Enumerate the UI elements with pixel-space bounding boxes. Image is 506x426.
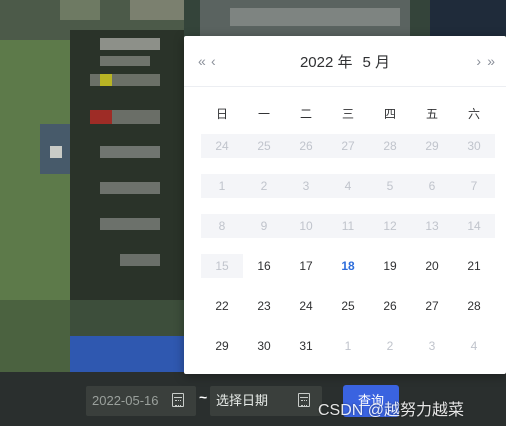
day-cell: 29 [411, 134, 453, 158]
day-cell: 30 [453, 134, 495, 158]
day-cell-today[interactable]: 18 [327, 254, 369, 278]
next-year-button[interactable]: » [487, 52, 495, 70]
day-cell: 1 [201, 174, 243, 198]
day-cell[interactable]: 28 [453, 294, 495, 318]
week-row: 24 25 26 27 28 29 30 [201, 134, 495, 158]
week-row: 8 9 10 11 12 13 14 [201, 214, 495, 238]
day-cell[interactable]: 20 [411, 254, 453, 278]
weekday-label: 日 [215, 107, 228, 121]
day-cell: 26 [285, 134, 327, 158]
day-cell: 1 [344, 339, 352, 353]
day-cell: 14 [453, 214, 495, 238]
day-cell: 15 [201, 254, 243, 278]
start-date-value: 2022-05-16 [92, 393, 159, 408]
day-cell[interactable]: 30 [243, 334, 285, 358]
day-cell[interactable]: 24 [285, 294, 327, 318]
day-cell[interactable]: 26 [369, 294, 411, 318]
watermark: CSDN @越努力越菜 [318, 402, 465, 419]
day-cell: 4 [470, 339, 478, 353]
date-picker-panel: « ‹ 2022 年5 月 › » 日 一 二 三 四 五 六 24 25 26 27… [184, 36, 506, 374]
day-cell: 5 [369, 174, 411, 198]
weekday-label: 三 [341, 107, 354, 121]
day-cell: 10 [285, 214, 327, 238]
next-month-button[interactable]: › [476, 52, 481, 70]
day-cell: 4 [327, 174, 369, 198]
day-cell[interactable]: 29 [201, 334, 243, 358]
day-cell: 3 [428, 339, 436, 353]
day-cell[interactable]: 23 [243, 294, 285, 318]
week-row: 1234567 [201, 174, 495, 198]
day-cell: 3 [285, 174, 327, 198]
day-cell: 27 [327, 134, 369, 158]
end-date-input[interactable]: 选择日期 [210, 386, 322, 416]
weekday-label: 一 [257, 107, 270, 121]
day-cell[interactable]: 27 [411, 294, 453, 318]
day-cell[interactable]: 19 [369, 254, 411, 278]
day-cell: 2 [386, 339, 394, 353]
year-label[interactable]: 2022 年 [300, 54, 353, 71]
day-cell[interactable]: 16 [243, 254, 285, 278]
day-cell[interactable]: 17 [285, 254, 327, 278]
weekday-label: 六 [467, 107, 480, 121]
day-cell[interactable]: 25 [327, 294, 369, 318]
day-cell[interactable]: 22 [201, 294, 243, 318]
day-cell: 6 [411, 174, 453, 198]
day-cell: 8 [201, 214, 243, 238]
weekday-label: 四 [383, 107, 396, 121]
day-cell[interactable]: 21 [453, 254, 495, 278]
day-cell[interactable]: 31 [285, 334, 327, 358]
day-cell: 7 [453, 174, 495, 198]
week-row: 15 16 17 18 19 20 21 [201, 254, 495, 278]
day-cell: 12 [369, 214, 411, 238]
end-date-placeholder: 选择日期 [216, 393, 269, 408]
date-picker-header: « ‹ 2022 年5 月 › » [184, 36, 506, 87]
weekday-label: 五 [425, 107, 438, 121]
week-row: 29 30 31 1 2 3 4 [201, 334, 495, 358]
month-label[interactable]: 5 月 [363, 54, 391, 71]
header-title: 2022 年 5 月 [184, 51, 506, 72]
day-cell: 25 [243, 134, 285, 158]
day-cell: 13 [411, 214, 453, 238]
calendar-icon [298, 393, 310, 407]
calendar-icon [172, 393, 184, 407]
start-date-input[interactable]: 2022-05-16 [86, 386, 196, 416]
weekday-label: 二 [299, 107, 312, 121]
day-cell: 9 [243, 214, 285, 238]
weekday-header-row: 日 一 二 三 四 五 六 [201, 104, 495, 124]
day-cell: 24 [201, 134, 243, 158]
day-cell: 2 [243, 174, 285, 198]
week-row: 22 23 24 25 26 27 28 [201, 294, 495, 318]
range-separator: ~ [199, 389, 208, 405]
day-grid: 24 25 26 27 28 29 30 1 2 3 4 5 6 7 8 9 10 11 12 13 14 15 16 17 1… [201, 134, 495, 374]
day-cell: 11 [327, 214, 369, 238]
day-cell: 28 [369, 134, 411, 158]
